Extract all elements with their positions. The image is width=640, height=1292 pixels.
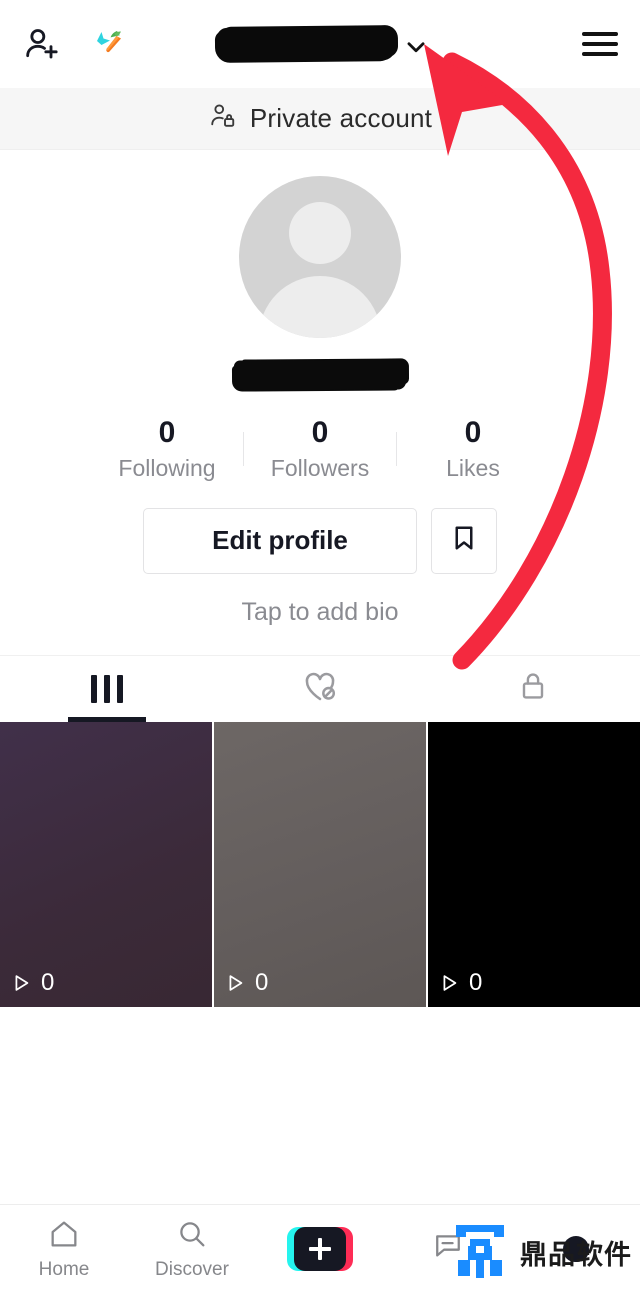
video-thumbnail[interactable]: 0 xyxy=(0,721,212,1007)
tab-videos[interactable] xyxy=(0,656,213,722)
create-core xyxy=(294,1226,346,1271)
bio-placeholder[interactable]: Tap to add bio xyxy=(0,598,640,627)
view-count: 0 xyxy=(41,968,55,996)
profile-actions: Edit profile xyxy=(0,507,640,574)
watermark: 鼎品软件 xyxy=(450,1219,632,1286)
avatar-body xyxy=(259,276,381,338)
stat-likes[interactable]: 0 Likes xyxy=(397,416,549,482)
video-thumbnail[interactable]: 0 xyxy=(428,721,640,1007)
avatar-head xyxy=(289,202,351,264)
burger-line xyxy=(582,52,618,56)
bookmark-icon xyxy=(449,523,479,558)
plus-glyph xyxy=(309,1237,331,1260)
tab-liked[interactable] xyxy=(213,656,426,722)
nav-create[interactable] xyxy=(256,1226,384,1271)
private-account-label: Private account xyxy=(249,103,433,133)
likes-count: 0 xyxy=(464,416,482,449)
avatar[interactable] xyxy=(239,176,401,338)
profile-section: 0 Following 0 Followers 0 Likes Edit pro… xyxy=(0,150,640,627)
nav-discover[interactable]: Discover xyxy=(128,1217,256,1281)
view-count-overlay: 0 xyxy=(224,969,268,997)
ding-logo-icon xyxy=(450,1219,510,1286)
video-thumbnail[interactable]: 0 xyxy=(214,721,426,1007)
edit-profile-button[interactable]: Edit profile xyxy=(143,507,417,574)
view-count: 0 xyxy=(469,968,483,996)
home-icon xyxy=(47,1217,81,1256)
username-redacted xyxy=(216,26,396,62)
handle-redacted xyxy=(233,359,407,391)
person-lock-icon xyxy=(208,101,238,136)
likes-label: Likes xyxy=(446,454,500,481)
grid-icon xyxy=(90,674,123,703)
burger-line xyxy=(582,32,618,36)
search-icon xyxy=(175,1217,209,1256)
plus-create-icon[interactable] xyxy=(287,1226,353,1271)
chevron-down-icon xyxy=(403,34,425,54)
burger-line xyxy=(582,42,618,46)
view-count-overlay: 0 xyxy=(438,969,482,997)
stat-following[interactable]: 0 Following xyxy=(91,416,243,482)
watermark-text: 鼎品软件 xyxy=(520,1240,632,1270)
hamburger-menu-icon[interactable] xyxy=(582,26,618,62)
tab-private[interactable] xyxy=(427,656,640,722)
view-count: 0 xyxy=(255,968,269,996)
nav-discover-label: Discover xyxy=(155,1258,229,1280)
person-add-icon[interactable] xyxy=(22,24,62,64)
stat-followers[interactable]: 0 Followers xyxy=(244,416,396,482)
private-account-banner: Private account xyxy=(0,88,640,150)
bookmark-button[interactable] xyxy=(431,507,497,574)
following-label: Following xyxy=(118,454,216,481)
top-bar xyxy=(0,0,640,88)
carrot-sparkle-icon[interactable] xyxy=(88,21,128,67)
followers-label: Followers xyxy=(270,454,370,481)
profile-stats: 0 Following 0 Followers 0 Likes xyxy=(0,416,640,482)
following-count: 0 xyxy=(158,416,176,449)
view-count-overlay: 0 xyxy=(10,969,54,997)
nav-home-label: Home xyxy=(38,1258,90,1280)
nav-home[interactable]: Home xyxy=(0,1217,128,1281)
lock-icon xyxy=(515,668,551,709)
followers-count: 0 xyxy=(311,416,329,449)
heart-hidden-icon xyxy=(301,667,339,710)
video-grid: 0 0 0 xyxy=(0,721,640,1007)
content-tabs xyxy=(0,654,640,722)
